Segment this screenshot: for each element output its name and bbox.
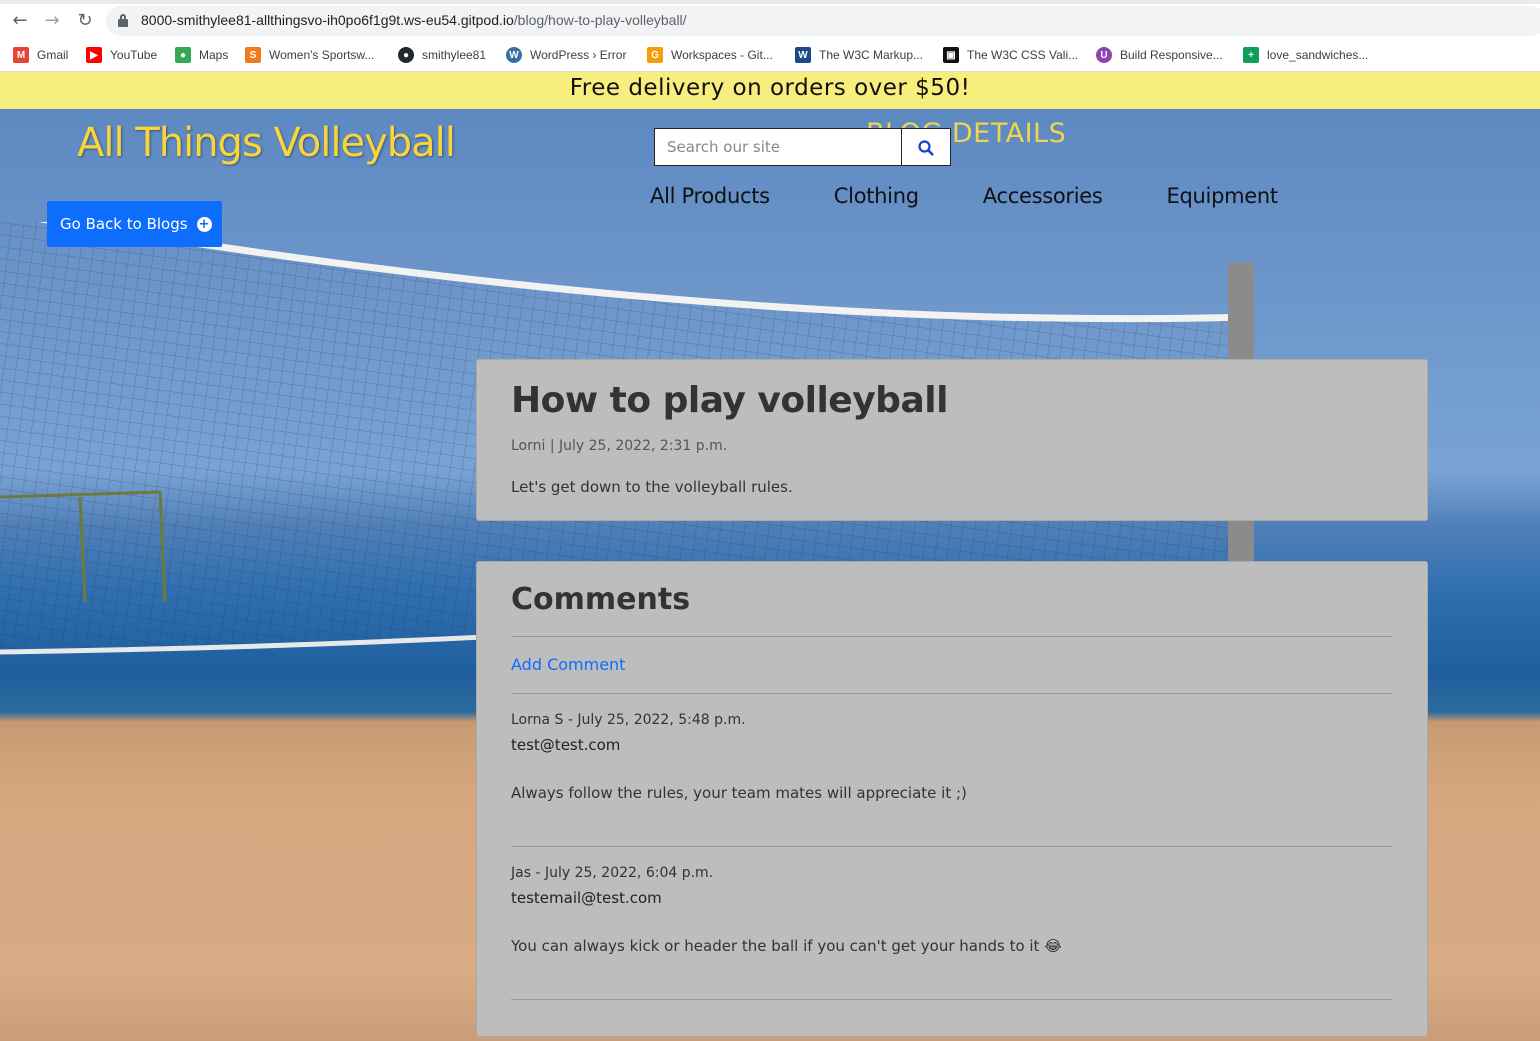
- bookmark-label: The W3C CSS Vali...: [967, 48, 1079, 62]
- bookmark-label: The W3C Markup...: [819, 48, 924, 62]
- sportswear-icon: S: [245, 47, 261, 63]
- bookmark-label: WordPress › Error: [530, 48, 627, 62]
- comment-email: test@test.com: [511, 736, 621, 754]
- promo-text: Free delivery on orders over $50!: [569, 75, 971, 101]
- bookmark-w3c-css[interactable]: ▣ The W3C CSS Vali...: [943, 44, 1078, 66]
- bookmark-sheets[interactable]: + love_sandwiches...: [1243, 44, 1368, 66]
- bookmark-youtube[interactable]: ▶ YouTube: [86, 44, 157, 66]
- lock-icon[interactable]: [118, 14, 128, 27]
- w3c-icon: W: [795, 47, 811, 63]
- browser-chrome: ← → ↻ 8000-smithylee81-allthingsvo-ih0po…: [0, 0, 1540, 72]
- post-title: How to play volleyball: [511, 380, 948, 421]
- url-text[interactable]: 8000-smithylee81-allthingsvo-ih0po6f1g9t…: [141, 12, 687, 28]
- maps-icon: ●: [175, 47, 191, 63]
- bookmark-gitpod[interactable]: G Workspaces - Git...: [647, 44, 773, 66]
- wordpress-icon: W: [506, 47, 522, 63]
- add-comment-link[interactable]: Add Comment: [511, 655, 625, 674]
- bookmark-gmail[interactable]: M Gmail: [13, 44, 68, 66]
- gmail-icon: M: [13, 47, 29, 63]
- youtube-icon: ▶: [86, 47, 102, 63]
- divider: [511, 846, 1392, 847]
- bookmark-label: love_sandwiches...: [1267, 48, 1369, 62]
- comments-title: Comments: [511, 582, 691, 617]
- w3c-css-icon: ▣: [943, 47, 959, 63]
- url-host: 8000-smithylee81-allthingsvo-ih0po6f1g9t…: [141, 12, 514, 28]
- forward-arrow-icon[interactable]: →: [40, 9, 64, 33]
- bookmark-label: Maps: [199, 48, 229, 62]
- bookmark-label: YouTube: [110, 48, 158, 62]
- bookmark-wordpress[interactable]: W WordPress › Error: [506, 44, 626, 66]
- promo-banner: Free delivery on orders over $50!: [0, 72, 1540, 109]
- back-arrow-icon[interactable]: ←: [8, 9, 32, 33]
- divider: [511, 636, 1392, 637]
- plus-circle-icon: +: [196, 216, 212, 232]
- nav-clothing[interactable]: Clothing: [834, 184, 919, 218]
- bookmarks-bar: M Gmail ▶ YouTube ● Maps S Women's Sportsw..…: [0, 44, 1540, 66]
- page-viewport[interactable]: Free delivery on orders over $50! All Th…: [0, 72, 1540, 1041]
- reload-icon[interactable]: ↻: [73, 9, 97, 33]
- search-icon: [918, 140, 934, 156]
- back-to-blogs-button[interactable]: Go Back to Blogs +: [47, 201, 222, 247]
- post-card: How to play volleyball Lorni | July 25, …: [476, 359, 1428, 521]
- tab-strip-edge: [0, 0, 1540, 4]
- bookmark-label: Workspaces - Git...: [671, 48, 773, 62]
- bookmark-w3c-markup[interactable]: W The W3C Markup...: [795, 44, 923, 66]
- main-nav: All Products Clothing Accessories Equipm…: [650, 184, 1342, 218]
- bookmark-udemy[interactable]: U Build Responsive...: [1096, 44, 1223, 66]
- back-to-blogs-label: Go Back to Blogs: [60, 215, 188, 233]
- nav-accessories[interactable]: Accessories: [983, 184, 1103, 218]
- divider: [511, 693, 1392, 694]
- comment-email: testemail@test.com: [511, 889, 662, 907]
- nav-equipment[interactable]: Equipment: [1167, 184, 1279, 218]
- nav-all-products[interactable]: All Products: [650, 184, 770, 218]
- bookmark-label: Build Responsive...: [1120, 48, 1223, 62]
- site-logo[interactable]: All Things Volleyball: [77, 120, 456, 166]
- comment-author: Jas - July 25, 2022, 6:04 p.m.: [511, 865, 714, 881]
- github-icon: ●: [398, 47, 414, 63]
- search-button[interactable]: [902, 128, 951, 166]
- bookmark-github[interactable]: ● smithylee81: [398, 44, 486, 66]
- bookmark-label: Women's Sportsw...: [269, 48, 375, 62]
- url-path: /blog/how-to-play-volleyball/: [513, 12, 687, 28]
- bookmark-label: smithylee81: [422, 48, 487, 62]
- bookmark-sportswear[interactable]: S Women's Sportsw...: [245, 44, 374, 66]
- divider: [511, 999, 1392, 1000]
- search-input[interactable]: [654, 128, 902, 166]
- comments-card: Comments Add Comment Lorna S - July 25, …: [476, 561, 1428, 1037]
- bookmark-maps[interactable]: ● Maps: [175, 44, 228, 66]
- search-form: [654, 128, 951, 166]
- comment-body: You can always kick or header the ball i…: [511, 937, 1062, 955]
- post-meta: Lorni | July 25, 2022, 2:31 p.m.: [511, 438, 728, 454]
- udemy-icon: U: [1096, 47, 1112, 63]
- post-excerpt: Let's get down to the volleyball rules.: [511, 478, 793, 496]
- address-bar[interactable]: 8000-smithylee81-allthingsvo-ih0po6f1g9t…: [106, 6, 1540, 36]
- sheets-icon: +: [1243, 47, 1259, 63]
- comment-author: Lorna S - July 25, 2022, 5:48 p.m.: [511, 712, 746, 728]
- bookmark-label: Gmail: [37, 48, 69, 62]
- comment-body: Always follow the rules, your team mates…: [511, 784, 967, 802]
- gitpod-icon: G: [647, 47, 663, 63]
